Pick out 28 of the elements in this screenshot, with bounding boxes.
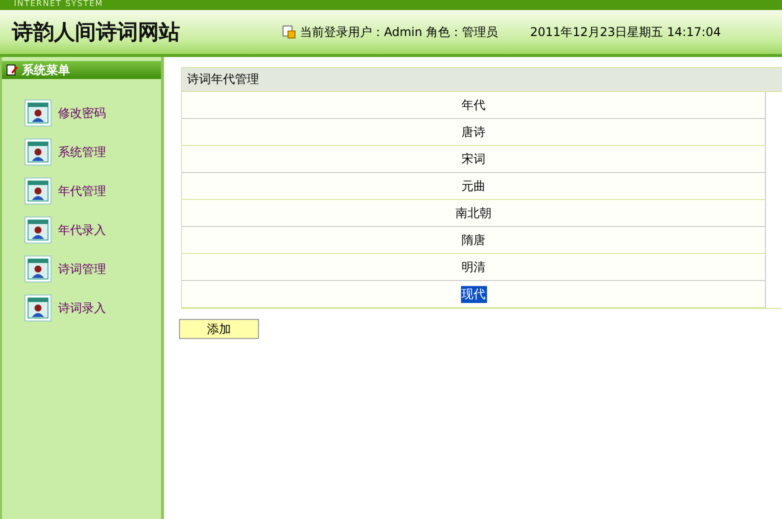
menu-item[interactable]: 诗词录入 bbox=[58, 300, 106, 316]
user-card-icon bbox=[24, 138, 52, 166]
add-button[interactable]: 添加 bbox=[179, 319, 259, 339]
menu-item[interactable]: 修改密码 bbox=[58, 104, 106, 122]
table-cell: 明清 bbox=[460, 258, 486, 276]
table-cell: 元曲 bbox=[460, 178, 486, 194]
user-card-icon bbox=[24, 99, 52, 127]
menu-item[interactable]: 诗词管理 bbox=[58, 260, 106, 278]
table-cell: 隋唐 bbox=[460, 232, 486, 248]
user-card-icon bbox=[24, 177, 52, 205]
menu-item[interactable]: 年代录入 bbox=[58, 222, 106, 238]
user-card-icon bbox=[24, 294, 52, 322]
edit-icon bbox=[6, 64, 18, 76]
datetime: 2011年12月23日星期五 14:17:04 bbox=[530, 24, 721, 40]
table-title: 诗词年代管理 bbox=[182, 68, 782, 92]
table-cell: 现代 bbox=[460, 286, 486, 302]
table-cell: 唐诗 bbox=[460, 124, 486, 140]
column-header: 年代 bbox=[460, 96, 486, 114]
user-card-icon bbox=[24, 216, 52, 244]
menu-item[interactable]: 系统管理 bbox=[58, 144, 106, 160]
user-card-icon bbox=[24, 255, 52, 283]
menu-item[interactable]: 年代管理 bbox=[58, 182, 106, 200]
site-title: 诗韵人间诗词网站 bbox=[12, 18, 181, 46]
tagline: INTERNET SYSTEM bbox=[14, 0, 104, 8]
table-cell: 宋词 bbox=[460, 150, 486, 168]
table-cell: 南北朝 bbox=[454, 204, 492, 222]
user-info: 当前登录用户：Admin 角色：管理员 bbox=[300, 24, 498, 40]
menu-title: 系统菜单 bbox=[22, 62, 70, 78]
